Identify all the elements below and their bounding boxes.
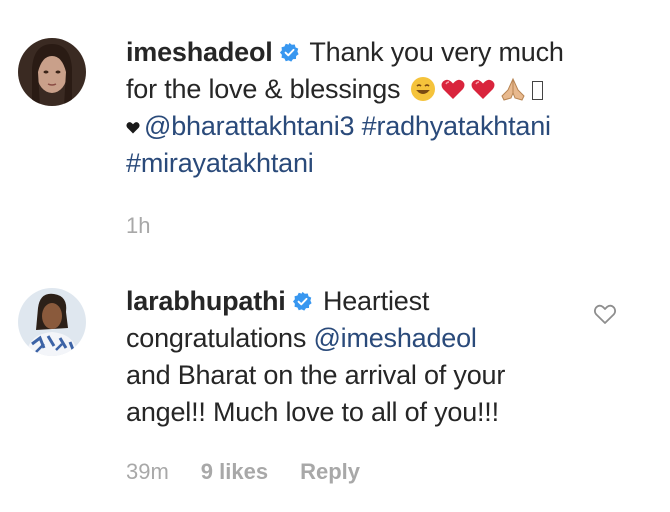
verified-badge-icon <box>279 42 299 62</box>
username[interactable]: imeshadeol <box>126 37 273 67</box>
comment-body: larabhupathi Heartiest congratulations @… <box>126 283 626 431</box>
comment-meta: 39m 9 likes Reply <box>126 459 360 485</box>
grinning-face-icon <box>410 77 435 101</box>
comment-meta: 1h <box>126 213 150 239</box>
timestamp[interactable]: 1h <box>126 213 150 239</box>
comment-larabhupathi: larabhupathi Heartiest congratulations @… <box>0 268 670 512</box>
comment-text-line2: for the love & blessings <box>126 74 401 104</box>
comment-imeshadeol: imeshadeol Thank you very much for the l… <box>0 0 670 260</box>
username[interactable]: larabhupathi <box>126 286 286 316</box>
avatar[interactable] <box>18 38 86 106</box>
folded-hands-icon <box>501 77 525 101</box>
avatar[interactable] <box>18 288 86 356</box>
timestamp[interactable]: 39m <box>126 459 169 485</box>
mention-link[interactable]: @imeshadeol <box>313 323 476 353</box>
verified-badge-icon <box>292 291 312 311</box>
mention-link[interactable]: @bharattakhtani3 <box>144 111 355 141</box>
black-heart-icon <box>126 122 140 134</box>
comment-text-line2: congratulations <box>126 323 307 353</box>
comment-text-line1: Thank you very much <box>309 37 564 67</box>
red-heart-icon <box>441 79 465 99</box>
likes-count[interactable]: 9 likes <box>201 459 268 485</box>
comment-text-start: Heartiest <box>322 286 430 316</box>
comment-body: imeshadeol Thank you very much for the l… <box>126 34 626 182</box>
avatar-photo-icon <box>18 38 86 106</box>
heart-outline-icon[interactable] <box>593 303 617 325</box>
reply-button[interactable]: Reply <box>300 459 360 485</box>
missing-glyph-icon <box>531 81 543 100</box>
red-heart-icon <box>471 79 495 99</box>
hashtag-link[interactable]: #radhyatakhtani <box>362 111 551 141</box>
hashtag-link[interactable]: #mirayatakhtani <box>126 148 314 178</box>
avatar-photo-icon <box>18 288 86 356</box>
comment-text-rest: and Bharat on the arrival of your angel!… <box>126 360 506 427</box>
